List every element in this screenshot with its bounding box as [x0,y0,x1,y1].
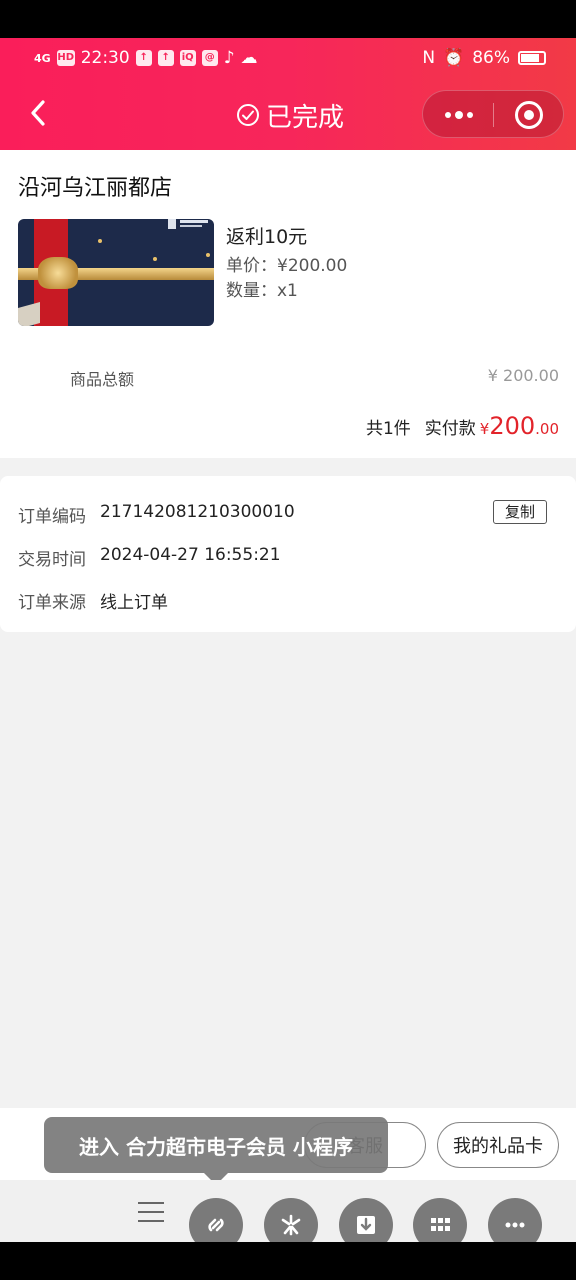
order-number-label: 订单编码 [18,507,86,527]
check-circle-icon [237,104,259,126]
order-source-row: 订单来源 线上订单 [18,588,168,613]
status-time: 22:30 [80,48,130,68]
miniprogram-capsule [422,90,564,138]
cloud-icon: ☁ [240,48,258,68]
order-number-value: 217142081210300010 [100,502,295,522]
order-number-row: 订单编码 217142081210300010 [18,502,295,527]
trade-time-value: 2024-04-27 16:55:21 [100,545,281,565]
bottom-black-band [0,1242,576,1280]
order-source-value: 线上订单 [100,593,168,613]
trade-time-label: 交易时间 [18,550,86,570]
order-details-card: 订单编码 217142081210300010 复制 交易时间 2024-04-… [0,476,576,632]
product-image[interactable] [18,219,214,326]
iqiyi-icon: iQ [179,50,196,66]
miniprogram-tooltip[interactable]: 进入 合力超市电子会员 小程序 [44,1117,388,1185]
item-count: 共1件 [365,419,411,439]
trade-time-row: 交易时间 2024-04-27 16:55:21 [18,545,281,570]
at-icon: @ [201,50,218,66]
product-unit-price: 单价：¥200.00 [226,256,348,276]
hd-icon: HD [56,50,75,66]
capsule-divider [493,103,494,127]
copy-button[interactable]: 复制 [493,500,547,524]
order-source-label: 订单来源 [18,593,86,613]
paid-cents: .00 [535,420,559,438]
order-product-card: 沿河乌江丽都店 返利10元 单价：¥200.00 数量：x1 商品总额 ¥ 20… [0,150,576,458]
battery-percent: 86% [472,48,510,68]
product-name: 返利10元 [226,226,308,248]
total-value: ¥ 200.00 [487,366,559,385]
store-name: 沿河乌江丽都店 [18,176,173,201]
product-quantity: 数量：x1 [226,281,298,301]
target-icon[interactable] [515,101,543,129]
paid-main: 200 [489,412,536,440]
page-title: 已完成 [236,98,345,133]
payment-summary: 共1件 实付款 ¥ 200 .00 [366,412,559,440]
paid-currency: ¥ [479,420,490,438]
top-black-band [0,0,576,38]
brand-logo-icon [168,219,208,233]
app-notify-icon-2: ↑ [157,50,174,66]
paid-amount: 实付款 ¥ 200 .00 [425,412,559,440]
battery-icon [518,51,546,65]
my-giftcard-button[interactable]: 我的礼品卡 [437,1122,559,1168]
total-label: 商品总额 [70,370,135,389]
more-dots-icon[interactable] [445,101,473,129]
paid-label: 实付款 [424,419,476,439]
nfc-icon: N [422,48,436,68]
header: 4G HD 22:30 ↑ ↑ iQ @ ♪ ☁ N ⏰ 86% 已完成 [0,38,576,150]
page-title-text: 已完成 [266,102,345,133]
alarm-icon: ⏰ [443,48,465,68]
back-icon[interactable] [26,98,50,128]
app-notify-icon: ↑ [135,50,152,66]
network-indicator: 4G [34,51,51,65]
tiktok-icon: ♪ [223,48,235,68]
menu-icon[interactable] [138,1202,164,1222]
bottom-toolbar [0,1180,576,1252]
status-bar: 4G HD 22:30 ↑ ↑ iQ @ ♪ ☁ N ⏰ 86% [0,38,576,82]
